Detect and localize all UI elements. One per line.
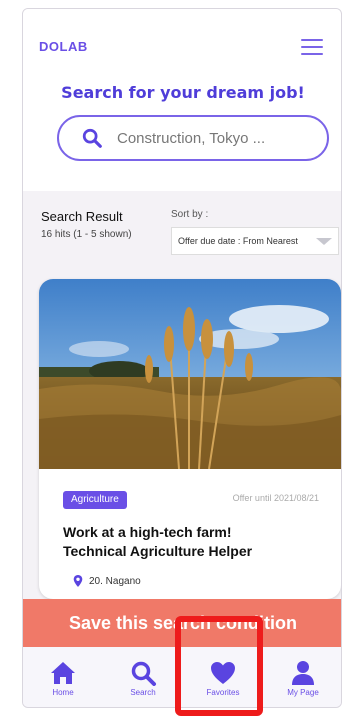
job-card[interactable]: Agriculture Offer until 2021/08/21 Work …	[39, 279, 341, 599]
phone-screen: DOLAB Search for your dream job! Search …	[22, 8, 342, 708]
header: DOLAB Search for your dream job!	[23, 9, 341, 191]
chevron-down-icon	[316, 238, 332, 245]
hamburger-menu-icon[interactable]	[301, 39, 323, 55]
search-box[interactable]	[57, 115, 329, 161]
nav-item-favorites[interactable]: Favorites	[193, 660, 253, 697]
location-pin-icon	[73, 575, 83, 587]
search-result-bar: Search Result 16 hits (1 - 5 shown) Sort…	[23, 191, 341, 271]
nav-item-search[interactable]: Search	[113, 660, 173, 697]
heart-icon	[211, 661, 235, 684]
save-search-condition-button[interactable]: Save this search condition	[23, 599, 341, 647]
search-icon	[82, 128, 102, 148]
job-title-line-1: Work at a high-tech farm!	[63, 524, 232, 540]
page-tagline: Search for your dream job!	[61, 83, 305, 102]
search-result-title: Search Result	[41, 209, 123, 224]
nav-item-my-page[interactable]: My Page	[273, 660, 333, 697]
category-badge: Agriculture	[63, 491, 127, 509]
job-title[interactable]: Work at a high-tech farm! Technical Agri…	[63, 523, 323, 561]
wheat-field-image	[39, 279, 341, 469]
nav-item-home[interactable]: Home	[33, 660, 93, 697]
sort-value: Offer due date : From Nearest	[178, 236, 298, 246]
search-result-count: 16 hits (1 - 5 shown)	[41, 229, 132, 240]
sort-dropdown[interactable]: Offer due date : From Nearest	[171, 227, 339, 255]
user-icon	[292, 660, 314, 685]
job-location: 20. Nagano	[73, 575, 141, 587]
offer-until-date: Offer until 2021/08/21	[232, 493, 319, 503]
app-logo[interactable]: DOLAB	[39, 39, 88, 54]
nav-label-favorites: Favorites	[206, 687, 240, 697]
sort-label: Sort by :	[171, 209, 209, 220]
job-location-text: 20. Nagano	[89, 575, 141, 587]
search-icon	[131, 661, 156, 686]
search-input[interactable]	[117, 129, 307, 147]
bottom-nav: Home Search Favorites My Page	[23, 647, 341, 707]
nav-label-my-page: My Page	[287, 687, 319, 697]
job-title-line-2: Technical Agriculture Helper	[63, 543, 253, 559]
home-icon	[51, 661, 75, 684]
nav-label-search: Search	[130, 687, 156, 697]
nav-label-home: Home	[52, 687, 74, 697]
